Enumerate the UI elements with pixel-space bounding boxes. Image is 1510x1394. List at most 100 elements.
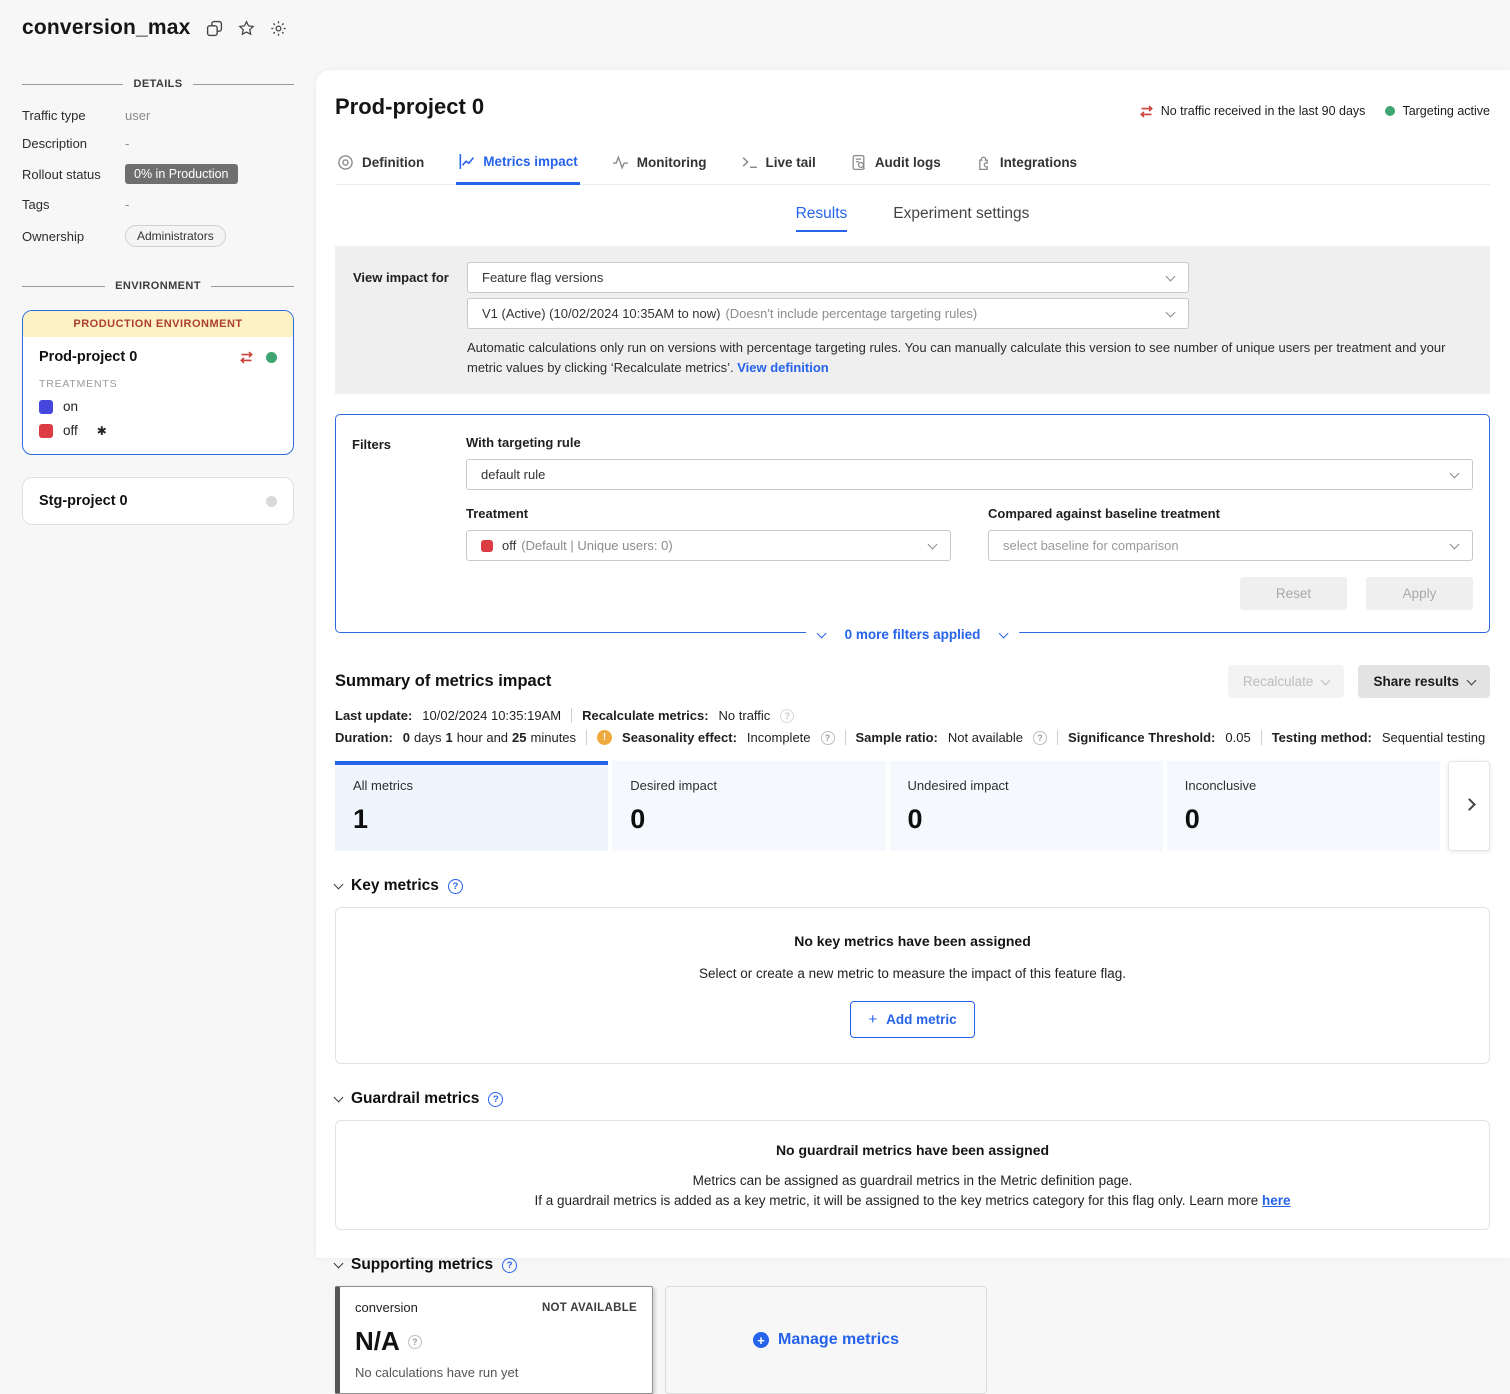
supporting-metric-card-conversion[interactable]: conversion NOT AVAILABLE N/A ? No calcul… xyxy=(335,1286,653,1394)
recalculate-button[interactable]: Recalculate xyxy=(1228,665,1345,698)
ownership-pill[interactable]: Administrators xyxy=(125,225,226,247)
star-icon[interactable] xyxy=(238,20,255,37)
key-metrics-empty-card: No key metrics have been assigned Select… xyxy=(335,907,1490,1064)
manage-metrics-label: Manage metrics xyxy=(778,1331,899,1349)
detail-label: Ownership xyxy=(22,229,125,244)
version-type-select[interactable]: Feature flag versions xyxy=(467,262,1189,293)
info-icon[interactable]: ? xyxy=(408,1335,422,1349)
card-value: 0 xyxy=(908,804,1145,835)
detail-row-rollout-status: Rollout status 0% in Production xyxy=(22,164,294,184)
staging-environment-card[interactable]: Stg-project 0 xyxy=(22,477,294,525)
no-traffic-status: No traffic received in the last 90 days xyxy=(1139,104,1366,118)
treatment-swatch xyxy=(481,540,493,552)
tab-monitoring[interactable]: Monitoring xyxy=(610,144,709,184)
chevron-down-icon xyxy=(999,628,1009,638)
chevron-down-icon xyxy=(816,628,826,638)
view-impact-panel: View impact for Feature flag versions V1… xyxy=(335,246,1490,394)
summary-meta-line-1: Last update: 10/02/2024 10:35:19AM Recal… xyxy=(335,708,1490,723)
treatment-row-off: off ✱ xyxy=(39,423,277,438)
no-traffic-icon xyxy=(239,351,254,364)
results-subtabs: Results Experiment settings xyxy=(335,205,1490,232)
version-description-text: Automatic calculations only run on versi… xyxy=(467,340,1445,375)
treatment-label: Treatment xyxy=(466,506,951,521)
share-results-button[interactable]: Share results xyxy=(1358,665,1490,698)
metric-value: N/A xyxy=(355,1326,400,1357)
copy-icon[interactable] xyxy=(206,20,223,37)
card-inconclusive[interactable]: Inconclusive 0 xyxy=(1167,761,1440,851)
manage-metrics-card[interactable]: + Manage metrics xyxy=(665,1286,987,1394)
targeting-rule-value: default rule xyxy=(481,467,545,482)
gear-icon[interactable] xyxy=(270,20,287,37)
swap-arrows-icon xyxy=(1139,105,1154,118)
details-heading: DETAILS xyxy=(133,78,182,90)
card-label: Undesired impact xyxy=(908,778,1145,793)
flag-sidebar: conversion_max DETAILS Traffic type user… xyxy=(0,0,316,525)
warning-icon: ! xyxy=(597,730,612,745)
tab-label: Monitoring xyxy=(637,155,707,170)
guardrail-metrics-empty-card: No guardrail metrics have been assigned … xyxy=(335,1120,1490,1230)
environment-heading: ENVIRONMENT xyxy=(115,280,201,292)
production-environment-card[interactable]: PRODUCTION ENVIRONMENT Prod-project 0 TR… xyxy=(22,310,294,455)
collapse-icon[interactable] xyxy=(334,1259,344,1269)
more-filters-toggle[interactable]: 0 more filters applied xyxy=(806,627,1020,642)
treatment-on-label: on xyxy=(63,399,78,414)
detail-value: - xyxy=(125,136,129,151)
last-update-value: 10/02/2024 10:35:19AM xyxy=(422,708,561,723)
view-definition-link[interactable]: View definition xyxy=(737,360,829,375)
production-env-name: Prod-project 0 xyxy=(39,349,239,365)
help-icon[interactable]: ? xyxy=(448,879,463,894)
guardrail-line1: Metrics can be assigned as guardrail met… xyxy=(356,1173,1469,1188)
environment-divider: ENVIRONMENT xyxy=(22,280,294,292)
subtab-experiment-settings[interactable]: Experiment settings xyxy=(893,205,1029,232)
production-environment-banner: PRODUCTION ENVIRONMENT xyxy=(23,311,293,337)
detail-row-ownership: Ownership Administrators xyxy=(22,225,294,247)
seasonality-label: Seasonality effect: xyxy=(622,730,737,745)
subtab-results[interactable]: Results xyxy=(796,205,848,232)
tab-metrics-impact[interactable]: Metrics impact xyxy=(456,144,580,185)
help-icon[interactable]: ? xyxy=(1033,731,1047,745)
card-value: 1 xyxy=(353,804,590,835)
treatment-meta: (Default | Unique users: 0) xyxy=(521,538,673,553)
detail-label: Rollout status xyxy=(22,167,125,182)
cards-scroll-right-button[interactable] xyxy=(1448,761,1490,851)
key-metrics-empty-title: No key metrics have been assigned xyxy=(356,933,1469,949)
tab-definition[interactable]: Definition xyxy=(335,144,426,184)
guardrail-metrics-title: Guardrail metrics xyxy=(351,1090,479,1108)
significance-value: 0.05 xyxy=(1225,730,1250,745)
tab-integrations[interactable]: Integrations xyxy=(973,144,1079,184)
summary-meta-line-2: Duration: 0days1hour and25minutes ! Seas… xyxy=(335,730,1490,745)
guardrail-line2: If a guardrail metrics is added as a key… xyxy=(356,1193,1469,1208)
reset-button[interactable]: Reset xyxy=(1240,577,1347,610)
significance-label: Significance Threshold: xyxy=(1068,730,1215,745)
baseline-select[interactable]: select baseline for comparison xyxy=(988,530,1473,561)
collapse-icon[interactable] xyxy=(334,880,344,890)
add-metric-button[interactable]: + Add metric xyxy=(850,1001,974,1038)
targeting-active-text: Targeting active xyxy=(1402,104,1490,118)
tab-audit-logs[interactable]: Audit logs xyxy=(848,144,943,184)
supporting-metrics-row: conversion NOT AVAILABLE N/A ? No calcul… xyxy=(335,1286,1490,1394)
treatment-on-swatch xyxy=(39,400,53,414)
chevron-down-icon xyxy=(1166,271,1176,281)
apply-button[interactable]: Apply xyxy=(1366,577,1473,610)
card-desired-impact[interactable]: Desired impact 0 xyxy=(612,761,885,851)
learn-more-link[interactable]: here xyxy=(1262,1193,1291,1208)
help-icon[interactable]: ? xyxy=(488,1092,503,1107)
card-all-metrics[interactable]: All metrics 1 xyxy=(335,761,608,851)
treatment-value: off xyxy=(502,538,516,553)
help-icon[interactable]: ? xyxy=(821,731,835,745)
card-undesired-impact[interactable]: Undesired impact 0 xyxy=(890,761,1163,851)
env-inactive-dot xyxy=(266,496,277,507)
seasonality-value: Incomplete xyxy=(747,730,811,745)
targeting-active-dot xyxy=(1385,106,1395,116)
collapse-icon[interactable] xyxy=(334,1093,344,1103)
duration-label: Duration: xyxy=(335,730,393,745)
tab-live-tail[interactable]: Live tail xyxy=(739,144,818,184)
targeting-rule-select[interactable]: default rule xyxy=(466,459,1473,490)
version-select[interactable]: V1 (Active) (10/02/2024 10:35AM to now) … xyxy=(467,298,1189,329)
help-icon[interactable]: ? xyxy=(502,1258,517,1273)
chevron-down-icon xyxy=(1467,675,1477,685)
flag-title: conversion_max xyxy=(22,16,191,40)
treatment-select[interactable]: off (Default | Unique users: 0) xyxy=(466,530,951,561)
detail-row-traffic-type: Traffic type user xyxy=(22,108,294,123)
guardrail-empty-title: No guardrail metrics have been assigned xyxy=(356,1142,1469,1158)
